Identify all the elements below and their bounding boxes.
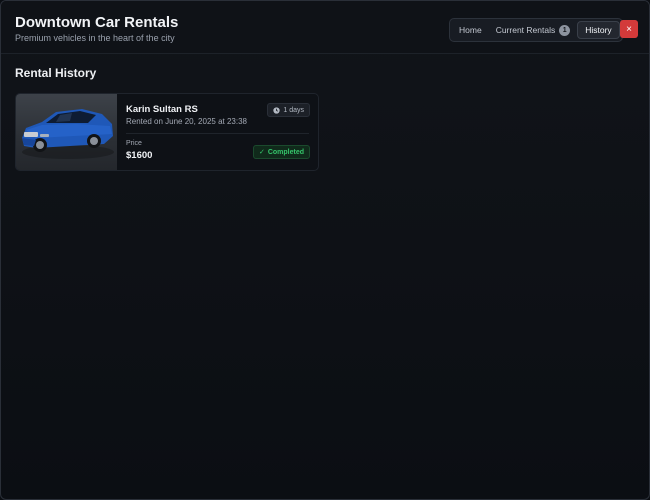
car-name: Karin Sultan RS	[126, 104, 198, 115]
app-title: Downtown Car Rentals	[15, 14, 179, 31]
app-window: Downtown Car Rentals Premium vehicles in…	[0, 0, 650, 500]
app-subtitle: Premium vehicles in the heart of the cit…	[15, 33, 175, 43]
check-icon: ✓	[258, 149, 265, 156]
price-label: Price	[126, 140, 142, 147]
rental-card-body: Karin Sultan RS Rented on June 20, 2025 …	[117, 94, 318, 170]
duration-badge: 1 days	[267, 103, 310, 117]
rental-card[interactable]: Karin Sultan RS Rented on June 20, 2025 …	[15, 93, 319, 171]
close-icon: ×	[626, 23, 632, 35]
tab-home[interactable]: Home	[452, 21, 489, 39]
divider	[126, 133, 309, 134]
price-value: $1600	[126, 150, 153, 161]
duration-label: 1 days	[283, 106, 304, 114]
tab-history-label: History	[585, 25, 612, 35]
status-badge: ✓ Completed	[252, 145, 310, 159]
close-button[interactable]: ×	[620, 20, 638, 38]
nav-tabs: Home Current Rentals 1 History	[449, 18, 623, 42]
blue-sedan-car-image	[22, 109, 114, 159]
section-title: Rental History	[15, 66, 97, 80]
tab-home-label: Home	[459, 25, 482, 35]
status-label: Completed	[267, 148, 304, 156]
rented-on-date: Rented on June 20, 2025 at 23:38	[126, 117, 247, 126]
current-rentals-count-badge: 1	[559, 24, 571, 36]
clock-icon	[273, 106, 281, 114]
tab-current-rentals[interactable]: Current Rentals 1	[489, 21, 578, 39]
tab-current-rentals-label: Current Rentals	[495, 25, 556, 35]
header: Downtown Car Rentals Premium vehicles in…	[1, 1, 649, 54]
tab-history[interactable]: History	[577, 21, 620, 39]
car-image	[16, 94, 117, 170]
